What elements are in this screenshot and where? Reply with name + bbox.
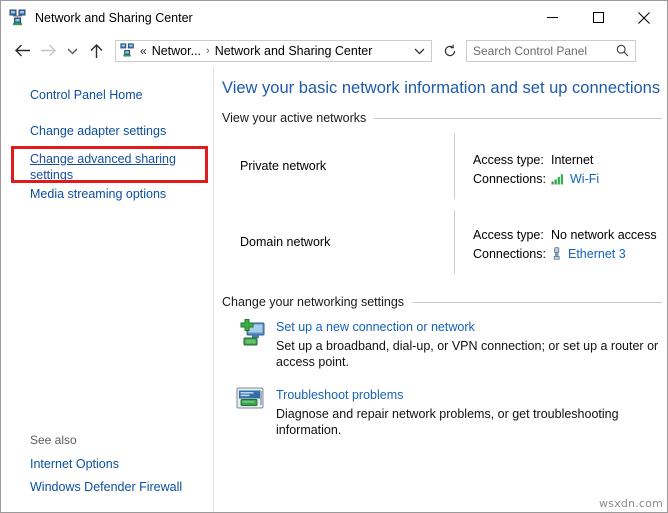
page-title: View your basic network information and … <box>222 79 660 98</box>
section-change-networking-settings: Change your networking settings <box>222 295 662 309</box>
search-box[interactable] <box>466 40 636 62</box>
search-icon-svg <box>616 44 629 57</box>
sidebar-item-internet-options[interactable]: Internet Options <box>30 456 119 472</box>
refresh-icon <box>443 44 457 58</box>
search-input[interactable] <box>467 43 616 59</box>
ethernet-plug-icon <box>551 247 563 260</box>
new-connection-icon-svg <box>236 319 268 351</box>
task-link-set-up-new-connection[interactable]: Set up a new connection or network <box>276 319 475 336</box>
back-button[interactable] <box>9 38 35 64</box>
address-bar: « Networ... › Network and Sharing Center <box>1 34 667 67</box>
access-type-value: No network access <box>551 228 657 242</box>
back-arrow-icon <box>14 43 31 58</box>
breadcrumb-dropdown-button[interactable] <box>414 47 425 55</box>
connections-label: Connections: <box>473 247 551 261</box>
wifi-signal-icon-svg <box>551 173 565 185</box>
close-icon <box>638 12 650 24</box>
task-body: Troubleshoot problems Diagnose and repai… <box>276 387 667 438</box>
network-icon <box>9 9 27 27</box>
sidebar-item-change-advanced-sharing-settings[interactable]: Change advanced sharing settings <box>30 151 180 183</box>
task-description: Set up a broadband, dial-up, or VPN conn… <box>276 338 667 370</box>
task-body: Set up a new connection or network Set u… <box>276 319 667 370</box>
sidebar-item-control-panel-home[interactable]: Control Panel Home <box>30 87 143 103</box>
forward-arrow-icon <box>40 43 57 58</box>
breadcrumb-item-current[interactable]: Network and Sharing Center <box>215 44 373 58</box>
troubleshoot-icon-svg <box>236 387 266 413</box>
close-button[interactable] <box>621 1 667 34</box>
section-label: View your active networks <box>222 111 374 125</box>
section-rule <box>374 118 662 119</box>
watermark: wsxdn.com <box>599 497 663 510</box>
network-icon <box>120 43 135 58</box>
task-link-troubleshoot-problems[interactable]: Troubleshoot problems <box>276 387 403 404</box>
section-rule <box>412 302 662 303</box>
network-sharing-center-window: Network and Sharing Center <box>0 0 668 513</box>
maximize-button[interactable] <box>575 1 621 34</box>
sidebar-item-media-streaming-options[interactable]: Media streaming options <box>30 186 166 202</box>
minimize-button[interactable] <box>529 1 575 34</box>
breadcrumb-item-network[interactable]: Networ... <box>152 44 201 58</box>
network-row-domain: Domain network Access type: No network a… <box>222 210 662 274</box>
content-area: Control Panel Home Change adapter settin… <box>1 67 667 512</box>
forward-button[interactable] <box>35 38 61 64</box>
breadcrumb-bar[interactable]: « Networ... › Network and Sharing Center <box>115 40 432 62</box>
chevron-down-icon <box>67 47 78 55</box>
chevron-down-icon <box>414 47 425 55</box>
new-connection-icon <box>236 319 268 351</box>
recent-locations-button[interactable] <box>61 38 83 64</box>
minimize-icon <box>547 12 558 23</box>
maximize-icon <box>593 12 604 23</box>
task-description: Diagnose and repair network problems, or… <box>276 406 667 438</box>
task-set-up-new-connection: Set up a new connection or network Set u… <box>222 319 662 370</box>
main-panel: View your basic network information and … <box>214 67 667 512</box>
network-row-private: Private network Access type: Internet Co… <box>222 133 662 199</box>
network-icon-svg <box>9 9 27 27</box>
section-view-active-networks: View your active networks <box>222 111 662 125</box>
access-type-label: Access type: <box>473 153 551 167</box>
access-type-line: Access type: Internet <box>473 150 599 169</box>
search-icon[interactable] <box>616 44 629 57</box>
wifi-signal-icon <box>551 173 565 185</box>
connections-label: Connections: <box>473 172 551 186</box>
up-arrow-icon <box>89 43 104 59</box>
breadcrumb-separator-icon: › <box>206 45 210 57</box>
refresh-button[interactable] <box>438 40 462 62</box>
ethernet-plug-icon-svg <box>551 247 563 260</box>
connections-line: Connections: Ethernet 3 <box>473 244 657 263</box>
sidebar: Control Panel Home Change adapter settin… <box>1 67 214 512</box>
sidebar-see-also-heading: See also <box>30 433 77 447</box>
connection-link-wifi[interactable]: Wi-Fi <box>570 172 599 186</box>
access-type-label: Access type: <box>473 228 551 242</box>
task-troubleshoot-problems: Troubleshoot problems Diagnose and repai… <box>222 387 662 438</box>
network-details: Access type: Internet Connections: <box>455 133 599 199</box>
sidebar-item-windows-defender-firewall[interactable]: Windows Defender Firewall <box>30 479 182 495</box>
sidebar-item-change-adapter-settings[interactable]: Change adapter settings <box>30 123 166 139</box>
up-button[interactable] <box>83 38 109 64</box>
access-type-line: Access type: No network access <box>473 225 657 244</box>
connection-link-ethernet[interactable]: Ethernet 3 <box>568 247 626 261</box>
network-name: Private network <box>222 133 454 199</box>
network-name: Domain network <box>222 210 454 274</box>
troubleshoot-icon <box>236 387 268 413</box>
breadcrumb-overflow-icon[interactable]: « <box>140 44 147 58</box>
window-title: Network and Sharing Center <box>35 11 193 25</box>
title-bar: Network and Sharing Center <box>1 1 667 34</box>
network-icon-svg <box>120 43 135 58</box>
section-label: Change your networking settings <box>222 295 412 309</box>
connections-line: Connections: Wi-Fi <box>473 169 599 188</box>
network-details: Access type: No network access Connectio… <box>455 210 657 274</box>
access-type-value: Internet <box>551 153 593 167</box>
window-controls <box>529 1 667 34</box>
